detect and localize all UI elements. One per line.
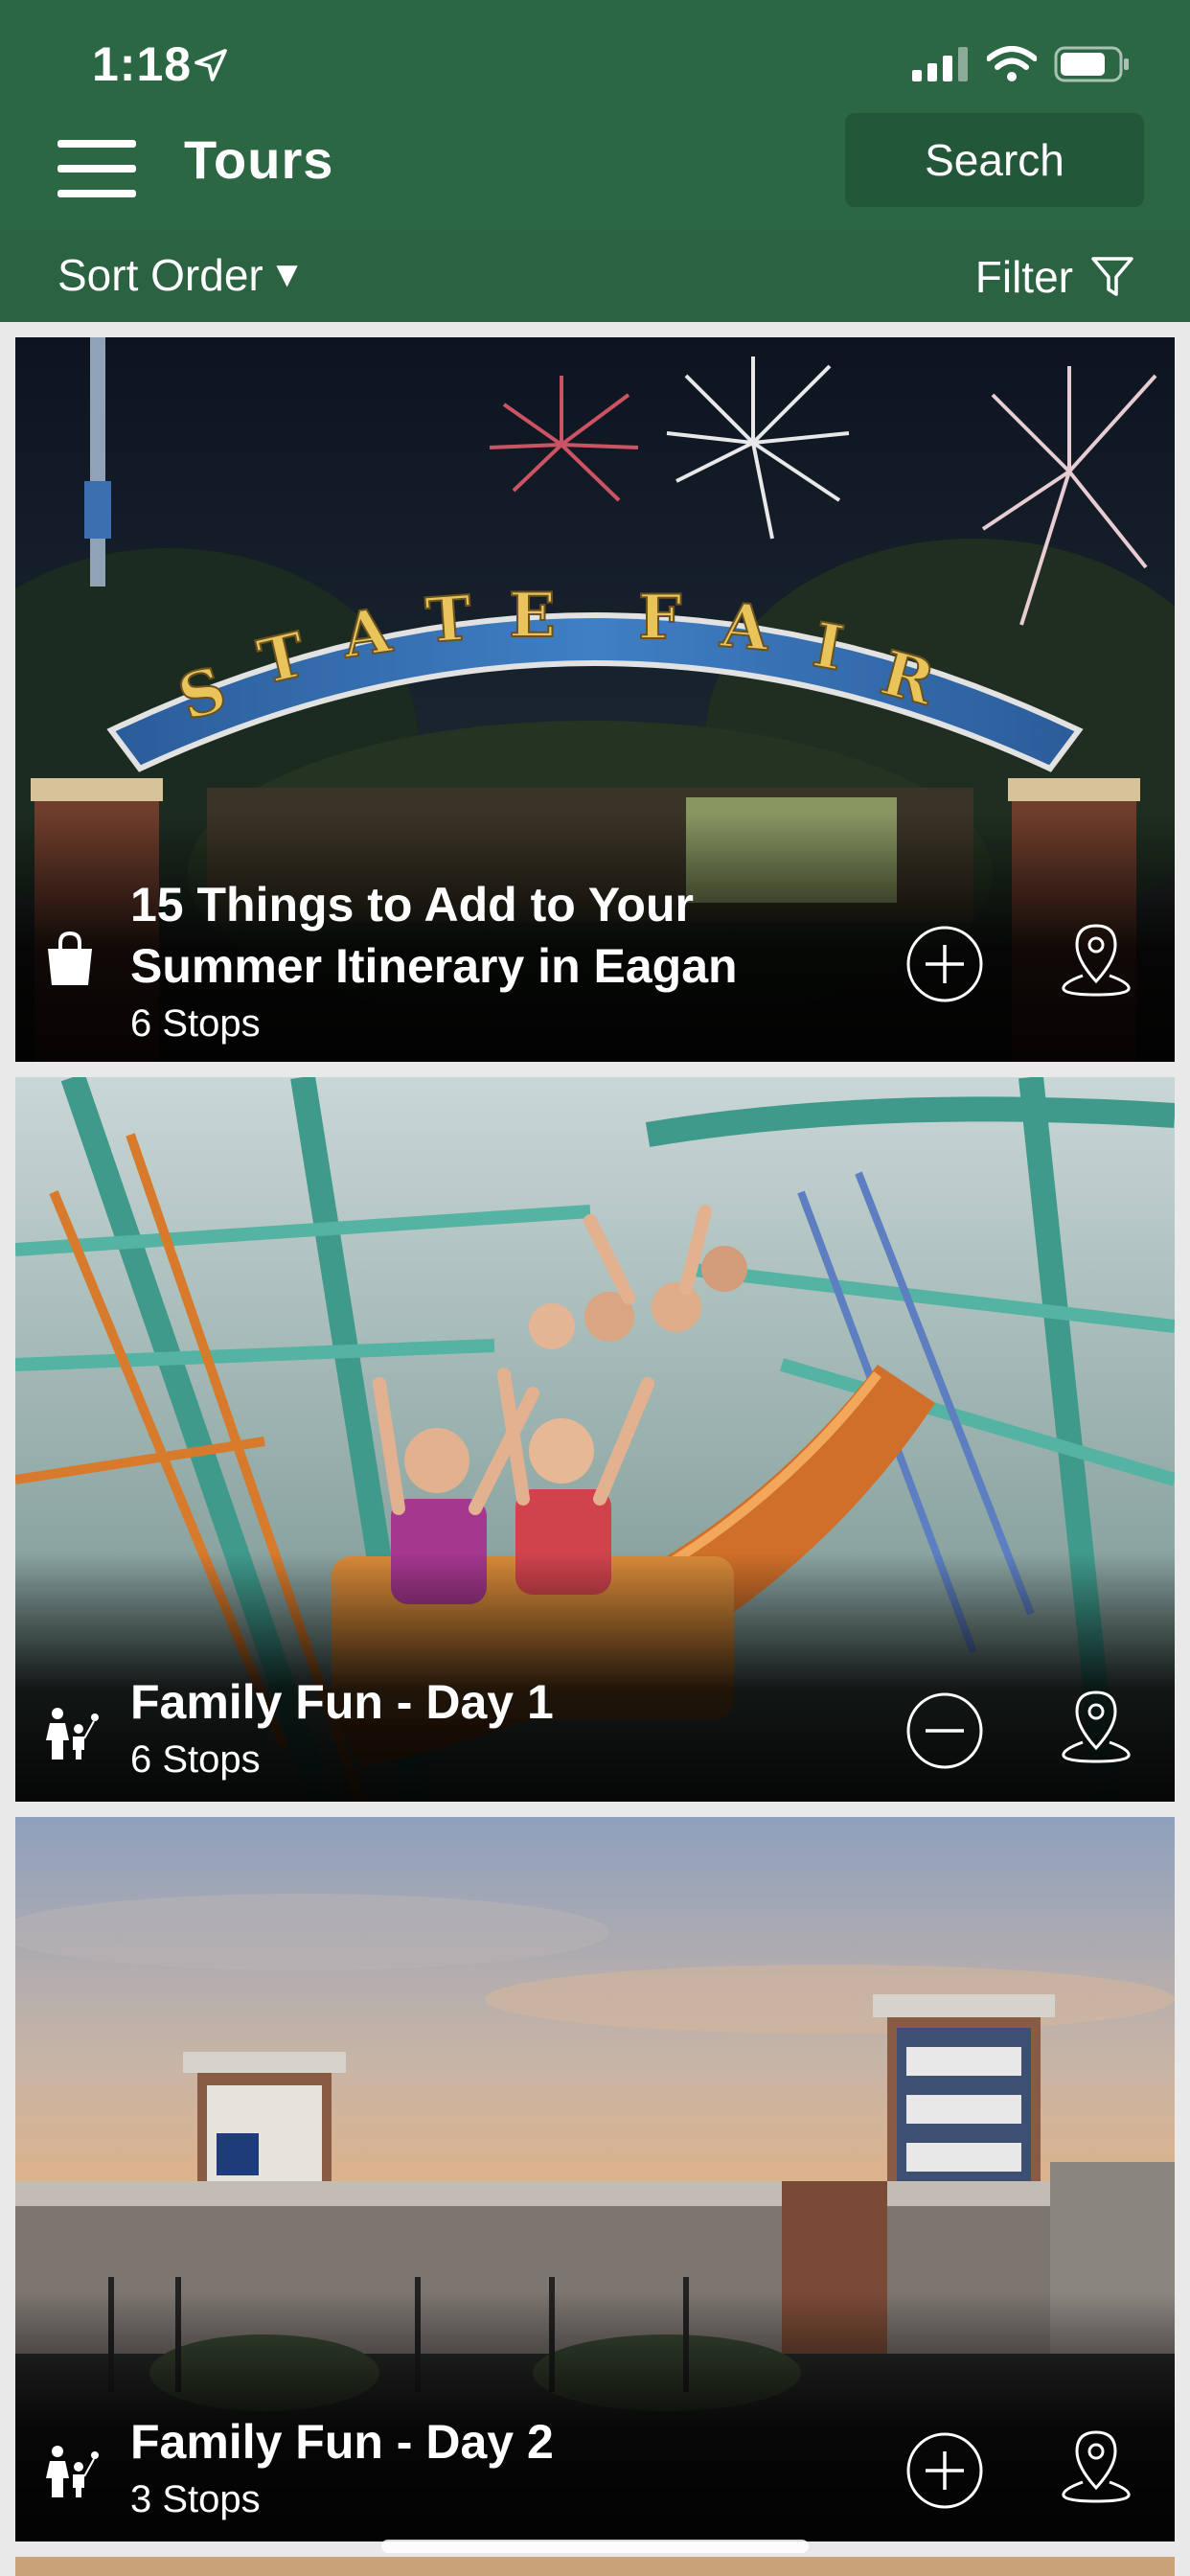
sort-order-dropdown[interactable]: Sort Order ▼ (57, 249, 305, 301)
tour-card[interactable]: S T A T E F A I R 15 Things to Add to Yo… (15, 337, 1175, 1062)
tour-card[interactable]: Family Fun - Day 2 3 Stops (15, 1817, 1175, 2542)
signal-icon (912, 47, 968, 81)
tour-title: Family Fun - Day 2 (130, 2415, 554, 2469)
family-icon (46, 1708, 99, 1760)
sort-filter-bar: Sort Order ▼ Filter (0, 230, 1190, 322)
tour-title: 15 Things to Add to Your Summer Itinerar… (130, 878, 738, 993)
hamburger-menu-icon[interactable] (57, 132, 136, 201)
page-title: Tours (184, 129, 334, 190)
tour-stops: 6 Stops (130, 1738, 261, 1781)
filter-button[interactable]: Filter (975, 251, 1134, 303)
remove-circle-icon[interactable] (904, 1690, 985, 1771)
home-indicator (381, 2540, 809, 2553)
add-circle-icon[interactable] (904, 2430, 985, 2511)
map-pin-icon[interactable] (1056, 1685, 1136, 1765)
search-button[interactable]: Search (845, 113, 1144, 207)
svg-text:E: E (509, 580, 556, 652)
svg-text:A: A (718, 589, 773, 665)
add-circle-icon[interactable] (904, 924, 985, 1004)
status-bar: 1:18 (0, 0, 1190, 115)
app-header: 1:18 Tours Search Sort Order ▼ Filter (0, 0, 1190, 322)
status-time: 1:18 (92, 37, 193, 91)
wifi-icon (987, 46, 1037, 81)
svg-text:T: T (423, 583, 474, 657)
tour-title: Family Fun - Day 1 (130, 1675, 554, 1729)
map-pin-icon[interactable] (1056, 918, 1136, 999)
nav-bar: Tours Search (0, 109, 1190, 228)
funnel-icon (1091, 257, 1133, 296)
tour-stops: 3 Stops (130, 2478, 261, 2520)
tour-card[interactable]: Family Fun - Day 1 6 Stops (15, 1077, 1175, 1802)
filter-label: Filter (974, 252, 1073, 302)
svg-text:F: F (638, 582, 681, 654)
location-arrow-icon (195, 49, 227, 81)
family-icon (46, 2446, 99, 2497)
map-pin-icon[interactable] (1056, 2425, 1136, 2505)
battery-icon (1054, 46, 1129, 82)
tour-stops: 6 Stops (130, 1002, 261, 1045)
status-icons (912, 46, 1131, 82)
caret-down-icon: ▼ (268, 254, 306, 295)
sort-order-label: Sort Order (57, 250, 263, 300)
tour-card-partial[interactable] (15, 2557, 1175, 2576)
shopping-bag-icon (48, 931, 92, 985)
